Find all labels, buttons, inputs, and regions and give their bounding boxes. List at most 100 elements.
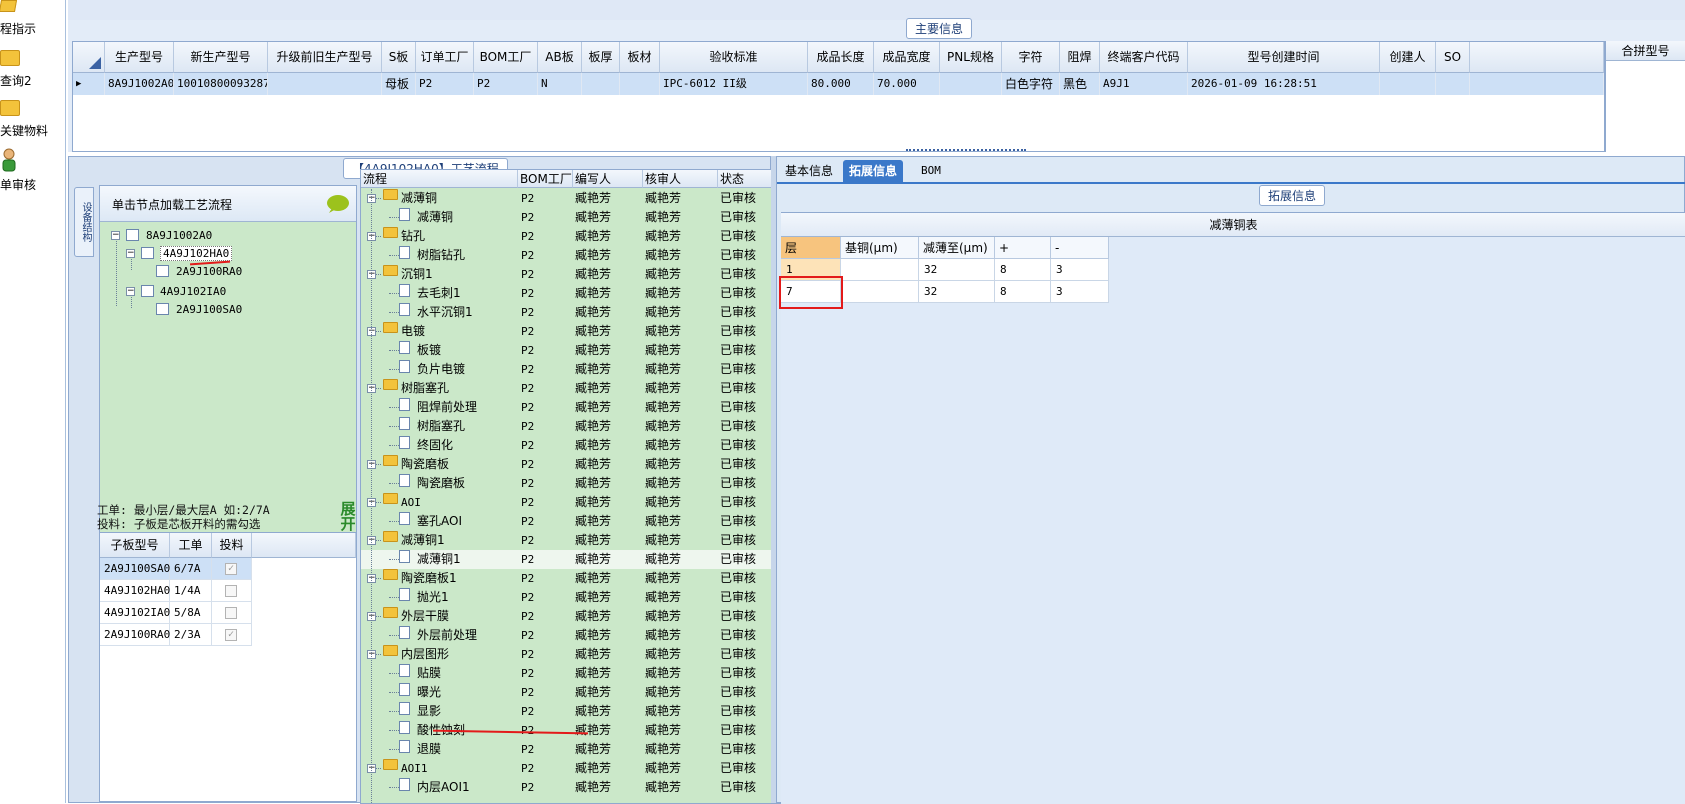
cell-plus[interactable]: 8 bbox=[995, 281, 1051, 303]
col-header-material[interactable]: 板材 bbox=[620, 42, 660, 73]
flow-row[interactable]: 阻焊前处理 P2 臧艳芳 臧艳芳 已审核 bbox=[361, 398, 816, 417]
flow-row[interactable]: 酸性蚀刻P2臧艳芳臧艳芳已审核 bbox=[361, 721, 816, 740]
flow-row[interactable]: 曝光 P2 臧艳芳 臧艳芳 已审核 bbox=[361, 683, 816, 702]
cell-character[interactable]: 白色字符 bbox=[1002, 73, 1060, 95]
flow-col-bom-factory[interactable]: BOM工厂 bbox=[518, 170, 573, 188]
tab-basic-info[interactable]: 基本信息 bbox=[779, 160, 839, 182]
flow-col-writer[interactable]: 编写人 bbox=[573, 170, 643, 188]
cell-creator[interactable] bbox=[1380, 73, 1436, 95]
col-header-bom-factory[interactable]: BOM工厂 bbox=[474, 42, 538, 73]
flow-row[interactable]: − 电镀 P2 臧艳芳 臧艳芳 已审核 bbox=[361, 322, 816, 341]
flow-row[interactable]: − 陶瓷磨板 P2 臧艳芳 臧艳芳 已审核 bbox=[361, 455, 816, 474]
cell-material[interactable] bbox=[620, 73, 660, 95]
col-minus[interactable]: - bbox=[1051, 237, 1109, 259]
col-thin-to[interactable]: 减薄至(μm) bbox=[919, 237, 995, 259]
cell-new-model[interactable]: 10010800093287 bbox=[174, 73, 268, 95]
flow-row[interactable]: − 陶瓷磨板1 P2 臧艳芳 臧艳芳 已审核 bbox=[361, 569, 816, 588]
col-header-new-model[interactable]: 新生产型号 bbox=[174, 42, 268, 73]
cell-ab-board[interactable]: N bbox=[538, 73, 582, 95]
cell-customer-code[interactable]: A9J1 bbox=[1100, 73, 1188, 95]
cell-prod-model[interactable]: 8A9J1002A0 bbox=[105, 73, 174, 95]
col-header-old-model[interactable]: 升级前旧生产型号 bbox=[268, 42, 382, 73]
flow-row[interactable]: − 钻孔 P2 臧艳芳 臧艳芳 已审核 bbox=[361, 227, 816, 246]
cell-base-copper[interactable] bbox=[841, 259, 919, 281]
col-header-ab-board[interactable]: AB板 bbox=[538, 42, 582, 73]
col-header-so[interactable]: SO bbox=[1436, 42, 1470, 73]
tree-node[interactable]: 4A9J102IA0 bbox=[160, 285, 226, 298]
comment-icon[interactable] bbox=[326, 194, 350, 214]
col-header-creator[interactable]: 创建人 bbox=[1380, 42, 1436, 73]
sub-cell-model[interactable]: 4A9J102HA0 bbox=[100, 580, 170, 602]
flow-col-process[interactable]: 流程 bbox=[361, 170, 518, 188]
sub-cell-model[interactable]: 2A9J100RA0 bbox=[100, 624, 170, 646]
flow-row[interactable]: − 外层干膜 P2 臧艳芳 臧艳芳 已审核 bbox=[361, 607, 816, 626]
flow-row[interactable]: − 沉铜1 P2 臧艳芳 臧艳芳 已审核 bbox=[361, 265, 816, 284]
flow-row[interactable]: − 减薄铜1 P2 臧艳芳 臧艳芳 已审核 bbox=[361, 531, 816, 550]
sub-cell-order[interactable]: 5/8A bbox=[170, 602, 212, 624]
tab-extended-info[interactable]: 拓展信息 bbox=[843, 160, 904, 182]
flow-row[interactable]: 外层前处理 P2 臧艳芳 臧艳芳 已审核 bbox=[361, 626, 816, 645]
col-layer[interactable]: 层 bbox=[781, 237, 841, 259]
col-header-prod-model[interactable]: 生产型号 bbox=[105, 42, 174, 73]
row-selector[interactable]: ▶ bbox=[73, 73, 105, 95]
flow-row[interactable]: 陶瓷磨板 P2 臧艳芳 臧艳芳 已审核 bbox=[361, 474, 816, 493]
col-header-length[interactable]: 成品长度 bbox=[808, 42, 874, 73]
flow-row[interactable]: 水平沉铜1 P2 臧艳芳 臧艳芳 已审核 bbox=[361, 303, 816, 322]
cell-minus[interactable]: 3 bbox=[1051, 281, 1109, 303]
flow-row[interactable]: 抛光1 P2 臧艳芳 臧艳芳 已审核 bbox=[361, 588, 816, 607]
sub-col-model[interactable]: 子板型号 bbox=[100, 533, 170, 558]
col-header-order-factory[interactable]: 订单工厂 bbox=[416, 42, 474, 73]
cell-pnl[interactable] bbox=[940, 73, 1002, 95]
flow-row[interactable]: 负片电镀 P2 臧艳芳 臧艳芳 已审核 bbox=[361, 360, 816, 379]
col-header-thickness[interactable]: 板厚 bbox=[582, 42, 620, 73]
sub-cell-model[interactable]: 4A9J102IA0 bbox=[100, 602, 170, 624]
col-header-standard[interactable]: 验收标准 bbox=[660, 42, 808, 73]
flow-row[interactable]: 内层AOI1 P2 臧艳芳 臧艳芳 已审核 bbox=[361, 778, 816, 797]
cell-length[interactable]: 80.000 bbox=[808, 73, 874, 95]
collapse-toggle[interactable]: − bbox=[126, 287, 135, 296]
tree-node-selected[interactable]: 4A9J102HA0 bbox=[160, 246, 233, 261]
flow-row[interactable]: 板镀 P2 臧艳芳 臧艳芳 已审核 bbox=[361, 341, 816, 360]
expand-button[interactable]: 展开 bbox=[339, 502, 357, 534]
cell-width[interactable]: 70.000 bbox=[874, 73, 940, 95]
sub-cell-model[interactable]: 2A9J100SA0 bbox=[100, 558, 170, 580]
col-header-character[interactable]: 字符 bbox=[1002, 42, 1060, 73]
cell-order-factory[interactable]: P2 bbox=[416, 73, 474, 95]
feed-checkbox[interactable] bbox=[225, 585, 237, 597]
cell-minus[interactable]: 3 bbox=[1051, 259, 1109, 281]
collapse-toggle[interactable]: − bbox=[126, 249, 135, 258]
col-header-width[interactable]: 成品宽度 bbox=[874, 42, 940, 73]
collapse-handle[interactable] bbox=[906, 149, 1026, 154]
feed-checkbox[interactable] bbox=[225, 607, 237, 619]
cell-base-copper[interactable] bbox=[841, 281, 919, 303]
feed-checkbox[interactable]: ✓ bbox=[225, 563, 237, 575]
sub-cell-order[interactable]: 1/4A bbox=[170, 580, 212, 602]
side-tab-structure[interactable]: 设备结构 bbox=[74, 187, 94, 257]
flow-row[interactable]: 显影 P2 臧艳芳 臧艳芳 已审核 bbox=[361, 702, 816, 721]
flow-row[interactable]: − AOI1 P2 臧艳芳 臧艳芳 已审核 bbox=[361, 759, 816, 778]
flow-row[interactable]: − 内层图形 P2 臧艳芳 臧艳芳 已审核 bbox=[361, 645, 816, 664]
cell-thin-to[interactable]: 32 bbox=[919, 281, 995, 303]
cell-plus[interactable]: 8 bbox=[995, 259, 1051, 281]
cell-old-model[interactable] bbox=[268, 73, 382, 95]
flow-row[interactable]: 减薄铜1 P2 臧艳芳 臧艳芳 已审核 bbox=[361, 550, 816, 569]
sub-cell-order[interactable]: 2/3A bbox=[170, 624, 212, 646]
cell-bom-factory[interactable]: P2 bbox=[474, 73, 538, 95]
sub-col-order[interactable]: 工单 bbox=[170, 533, 212, 558]
collapse-toggle[interactable]: − bbox=[111, 231, 120, 240]
col-header-customer-code[interactable]: 终端客户代码 bbox=[1100, 42, 1188, 73]
cell-thin-to[interactable]: 32 bbox=[919, 259, 995, 281]
flow-row[interactable]: 树脂塞孔 P2 臧艳芳 臧艳芳 已审核 bbox=[361, 417, 816, 436]
tree-node[interactable]: 2A9J100RA0 bbox=[176, 265, 242, 278]
flow-col-reviewer[interactable]: 核审人 bbox=[643, 170, 718, 188]
flow-row[interactable]: 去毛刺1 P2 臧艳芳 臧艳芳 已审核 bbox=[361, 284, 816, 303]
feed-checkbox[interactable]: ✓ bbox=[225, 629, 237, 641]
flow-row[interactable]: 贴膜 P2 臧艳芳 臧艳芳 已审核 bbox=[361, 664, 816, 683]
flow-row[interactable]: 树脂钻孔 P2 臧艳芳 臧艳芳 已审核 bbox=[361, 246, 816, 265]
sub-col-feed[interactable]: 投料 bbox=[212, 533, 252, 558]
cell-solder-mask[interactable]: 黑色 bbox=[1060, 73, 1100, 95]
cell-s-board[interactable]: 母板 bbox=[382, 73, 416, 95]
flow-row[interactable]: 退膜 P2 臧艳芳 臧艳芳 已审核 bbox=[361, 740, 816, 759]
tab-bom[interactable]: BOM bbox=[915, 160, 947, 182]
tree-node[interactable]: 2A9J100SA0 bbox=[176, 303, 242, 316]
